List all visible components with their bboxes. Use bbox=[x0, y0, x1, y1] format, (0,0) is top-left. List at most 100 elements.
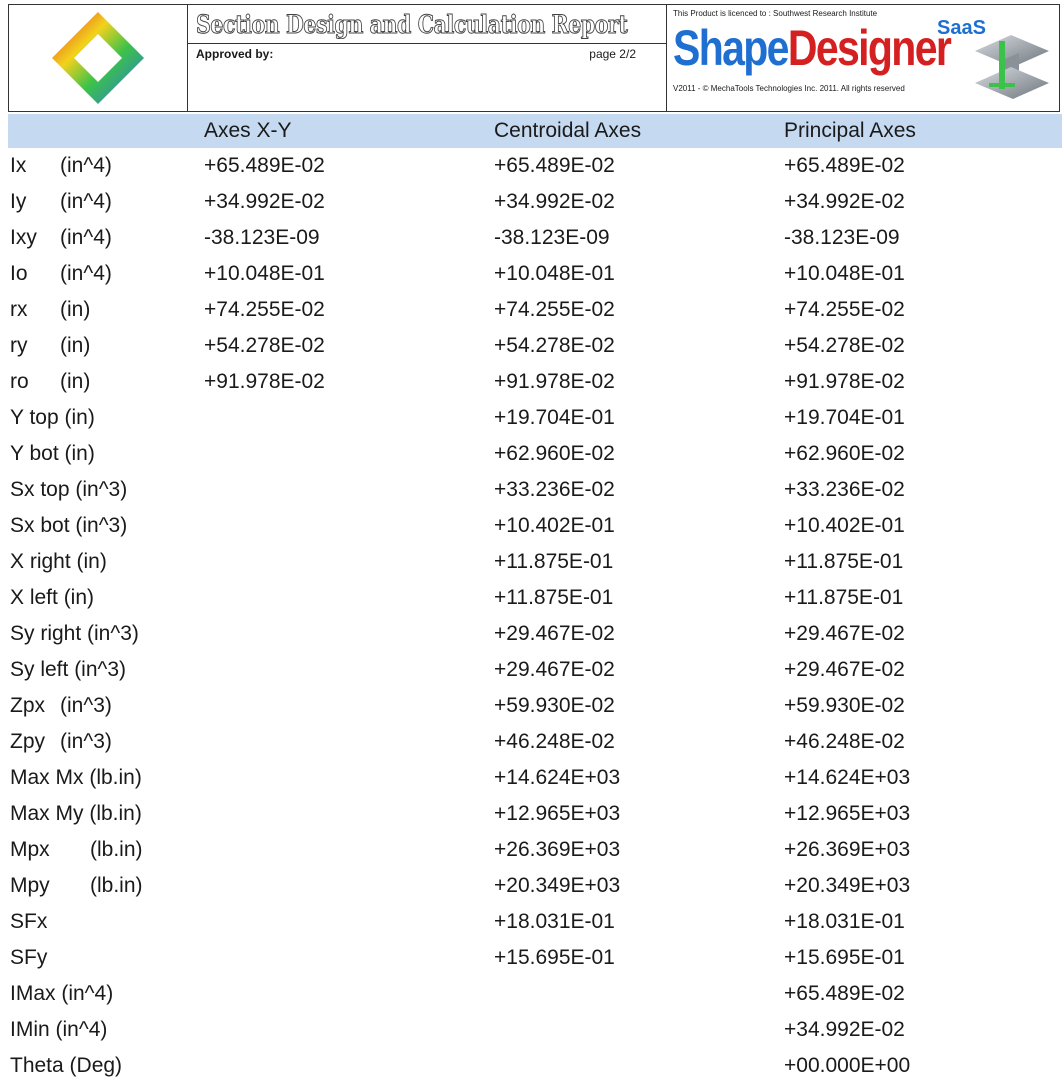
property-label: ro (in) bbox=[10, 370, 90, 394]
property-label: Iy (in^4) bbox=[10, 190, 112, 214]
principal-value: +34.992E-02 bbox=[784, 1018, 905, 1041]
table-row: X right (in) +11.875E-01 +11.875E-01 bbox=[0, 544, 1062, 580]
table-row: Sy right (in^3) +29.467E-02 +29.467E-02 bbox=[0, 616, 1062, 652]
principal-value: +65.489E-02 bbox=[784, 154, 905, 177]
centroidal-value: +46.248E-02 bbox=[494, 730, 615, 753]
table-row: Y top (in) +19.704E-01 +19.704E-01 bbox=[0, 400, 1062, 436]
column-header-centroidal: Centroidal Axes bbox=[494, 119, 642, 142]
property-label: Sx bot (in^3) bbox=[10, 514, 127, 538]
property-label: ry (in) bbox=[10, 334, 90, 358]
brand-part-designer: Designer bbox=[787, 20, 952, 76]
centroidal-value: +29.467E-02 bbox=[494, 622, 615, 645]
company-logo-cell bbox=[9, 5, 188, 111]
table-row: SFy +15.695E-01 +15.695E-01 bbox=[0, 940, 1062, 976]
principal-value: +11.875E-01 bbox=[784, 550, 904, 573]
property-label: Y bot (in) bbox=[10, 442, 95, 466]
property-name: ro bbox=[10, 370, 29, 393]
principal-value: +62.960E-02 bbox=[784, 442, 905, 465]
principal-value: -38.123E-09 bbox=[784, 226, 900, 249]
principal-value: +34.992E-02 bbox=[784, 190, 905, 213]
property-label: Zpx (in^3) bbox=[10, 694, 112, 718]
centroidal-value: +33.236E-02 bbox=[494, 478, 615, 501]
table-row: Ix (in^4) +65.489E-02 +65.489E-02 +65.489E-0… bbox=[0, 148, 1062, 184]
property-label: Sy left (in^3) bbox=[10, 658, 126, 682]
principal-value: +19.704E-01 bbox=[784, 406, 905, 429]
principal-value: +12.965E+03 bbox=[784, 802, 911, 825]
principal-value: +54.278E-02 bbox=[784, 334, 905, 357]
property-unit: (lb.in) bbox=[90, 838, 143, 861]
principal-value: +33.236E-02 bbox=[784, 478, 905, 501]
centroidal-value: +11.875E-01 bbox=[494, 586, 614, 609]
property-name: Sx bot (in^3) bbox=[10, 514, 128, 537]
table-row: ry (in) +54.278E-02 +54.278E-02 +54.278E-02 bbox=[0, 328, 1062, 364]
table-row: Zpx (in^3) +59.930E-02 +59.930E-02 bbox=[0, 688, 1062, 724]
diamond-logo-icon bbox=[52, 12, 144, 104]
axes-xy-value: +65.489E-02 bbox=[204, 154, 325, 177]
table-row: rx (in) +74.255E-02 +74.255E-02 +74.255E-02 bbox=[0, 292, 1062, 328]
property-name: Sx top (in^3) bbox=[10, 478, 128, 501]
principal-value: +15.695E-01 bbox=[784, 946, 905, 969]
table-row: Io (in^4) +10.048E-01 +10.048E-01 +10.048E-0… bbox=[0, 256, 1062, 292]
centroidal-value: +11.875E-01 bbox=[494, 550, 614, 573]
principal-value: +29.467E-02 bbox=[784, 658, 905, 681]
table-row: Theta (Deg) +00.000E+00 bbox=[0, 1048, 1062, 1084]
principal-value: +11.875E-01 bbox=[784, 586, 904, 609]
table-row: Zpy (in^3) +46.248E-02 +46.248E-02 bbox=[0, 724, 1062, 760]
property-label: Zpy (in^3) bbox=[10, 730, 112, 754]
column-header-axes-xy: Axes X-Y bbox=[204, 119, 292, 142]
property-name: Iy bbox=[10, 190, 27, 213]
report-title-cell: Section Design and Calculation Report Ap… bbox=[188, 5, 667, 111]
property-label: Theta (Deg) bbox=[10, 1054, 122, 1078]
centroidal-value: +59.930E-02 bbox=[494, 694, 615, 717]
centroidal-value: +29.467E-02 bbox=[494, 658, 615, 681]
property-label: SFy bbox=[10, 946, 47, 970]
table-row: Y bot (in) +62.960E-02 +62.960E-02 bbox=[0, 436, 1062, 472]
centroidal-value: +19.704E-01 bbox=[494, 406, 615, 429]
brand-part-shape: Shape bbox=[673, 20, 789, 76]
property-unit: (in) bbox=[60, 298, 91, 321]
property-label: rx (in) bbox=[10, 298, 90, 322]
steel-beam-icon bbox=[975, 35, 1049, 99]
property-unit: (in) bbox=[60, 334, 91, 357]
approved-by-label: Approved by: bbox=[196, 47, 274, 61]
table-row: X left (in) +11.875E-01 +11.875E-01 bbox=[0, 580, 1062, 616]
table-row: Max My (lb.in) +12.965E+03 +12.965E+03 bbox=[0, 796, 1062, 832]
property-unit: (lb.in) bbox=[90, 874, 143, 897]
property-unit: (in^4) bbox=[60, 262, 112, 285]
principal-value: +29.467E-02 bbox=[784, 622, 905, 645]
property-name: Sy left (in^3) bbox=[10, 658, 127, 681]
property-name: Sy right (in^3) bbox=[10, 622, 139, 645]
centroidal-value: +14.624E+03 bbox=[494, 766, 621, 789]
property-label: X right (in) bbox=[10, 550, 107, 574]
property-name: X right (in) bbox=[10, 550, 107, 573]
centroidal-value: +91.978E-02 bbox=[494, 370, 615, 393]
property-name: Io bbox=[10, 262, 28, 285]
property-label: Io (in^4) bbox=[10, 262, 112, 286]
property-unit: (in^3) bbox=[60, 694, 112, 717]
axes-xy-value: -38.123E-09 bbox=[204, 226, 320, 249]
table-row: IMin (in^4) +34.992E-02 bbox=[0, 1012, 1062, 1048]
principal-value: +59.930E-02 bbox=[784, 694, 905, 717]
property-unit: (in^3) bbox=[60, 730, 112, 753]
property-name: IMax (in^4) bbox=[10, 982, 114, 1005]
property-name: Zpy bbox=[10, 730, 46, 753]
principal-value: +10.048E-01 bbox=[784, 262, 905, 285]
centroidal-value: +12.965E+03 bbox=[494, 802, 621, 825]
property-name: Y top (in) bbox=[10, 406, 95, 429]
property-label: Y top (in) bbox=[10, 406, 95, 430]
centroidal-value: +18.031E-01 bbox=[494, 910, 615, 933]
property-unit: (in^4) bbox=[60, 154, 112, 177]
centroidal-value: +34.992E-02 bbox=[494, 190, 615, 213]
centroidal-value: +65.489E-02 bbox=[494, 154, 615, 177]
centroidal-value: +20.349E+03 bbox=[494, 874, 621, 897]
report-header: Section Design and Calculation Report Ap… bbox=[8, 4, 1060, 112]
principal-value: +18.031E-01 bbox=[784, 910, 905, 933]
centroidal-value: +26.369E+03 bbox=[494, 838, 621, 861]
principal-value: +65.489E-02 bbox=[784, 982, 905, 1005]
centroidal-value: +62.960E-02 bbox=[494, 442, 615, 465]
property-label: Ixy (in^4) bbox=[10, 226, 112, 250]
report-title: Section Design and Calculation Report bbox=[196, 9, 629, 39]
property-label: X left (in) bbox=[10, 586, 94, 610]
principal-value: +14.624E+03 bbox=[784, 766, 911, 789]
property-name: Mpx bbox=[10, 838, 50, 861]
